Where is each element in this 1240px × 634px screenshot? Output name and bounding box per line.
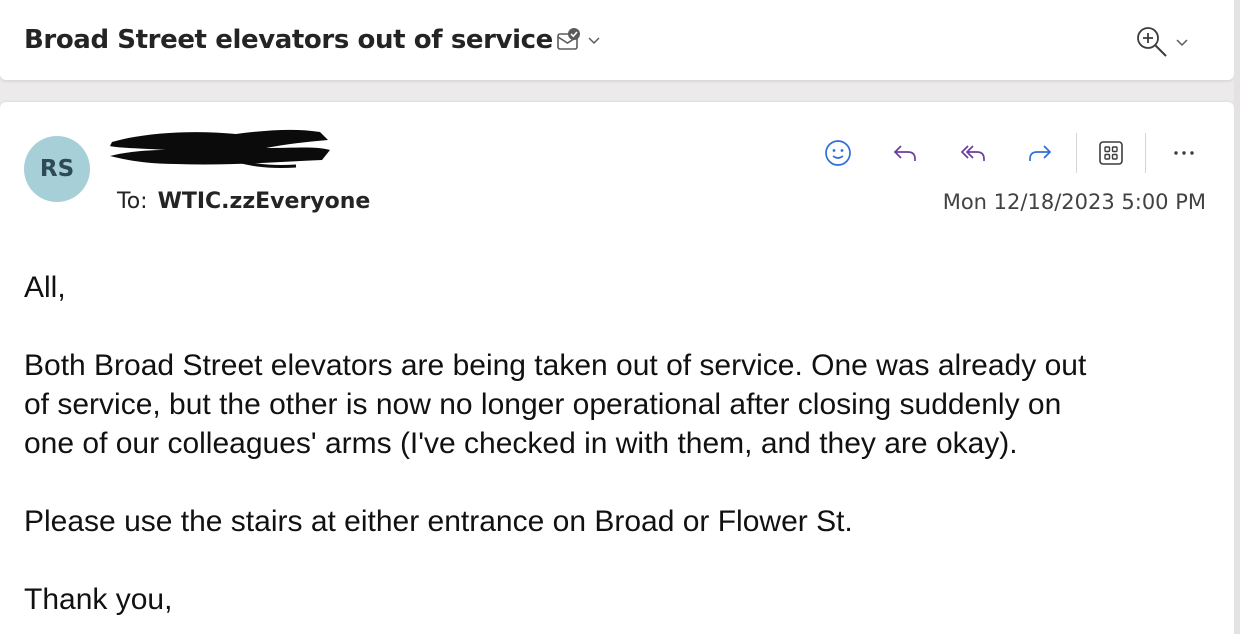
subject-bar: Broad Street elevators out of service <box>0 0 1234 80</box>
apps-button[interactable] <box>1093 136 1129 174</box>
forward-button[interactable] <box>1022 136 1058 174</box>
zoom-in-icon <box>1134 24 1170 65</box>
mark-read-icon <box>556 27 582 58</box>
reply-all-button[interactable] <box>955 136 991 174</box>
recipients-line: To: WTIC.zzEveryone <box>117 189 370 214</box>
body-paragraph: Both Broad Street elevators are being ta… <box>24 349 1087 460</box>
to-label: To: <box>117 189 148 214</box>
subject-title: Broad Street elevators out of service <box>24 25 553 55</box>
chevron-down-icon <box>1174 34 1190 55</box>
more-icon <box>1169 138 1199 173</box>
mark-read-dropdown[interactable] <box>556 27 602 58</box>
message-body: All, Both Broad Street elevators are bei… <box>24 268 1236 619</box>
toolbar-divider <box>1076 133 1077 173</box>
emoji-react-button[interactable] <box>820 136 856 174</box>
sender-name-redacted <box>106 124 334 170</box>
body-greeting: All, <box>24 271 66 304</box>
body-closing: Thank you, <box>24 583 173 616</box>
chevron-down-icon <box>586 32 602 53</box>
reply-all-icon <box>958 138 988 173</box>
recipient[interactable]: WTIC.zzEveryone <box>158 189 371 214</box>
forward-icon <box>1025 138 1055 173</box>
reply-button[interactable] <box>887 136 923 174</box>
more-actions-button[interactable] <box>1166 136 1202 174</box>
avatar[interactable]: RS <box>24 136 90 202</box>
message-date: Mon 12/18/2023 5:00 PM <box>942 190 1206 214</box>
body-instruction: Please use the stairs at either entrance… <box>24 505 853 538</box>
zoom-dropdown[interactable] <box>1134 24 1190 65</box>
apps-icon <box>1096 138 1126 173</box>
toolbar-divider <box>1145 133 1146 173</box>
window-edge <box>1234 0 1240 634</box>
reply-icon <box>890 138 920 173</box>
emoji-react-icon <box>823 138 853 173</box>
